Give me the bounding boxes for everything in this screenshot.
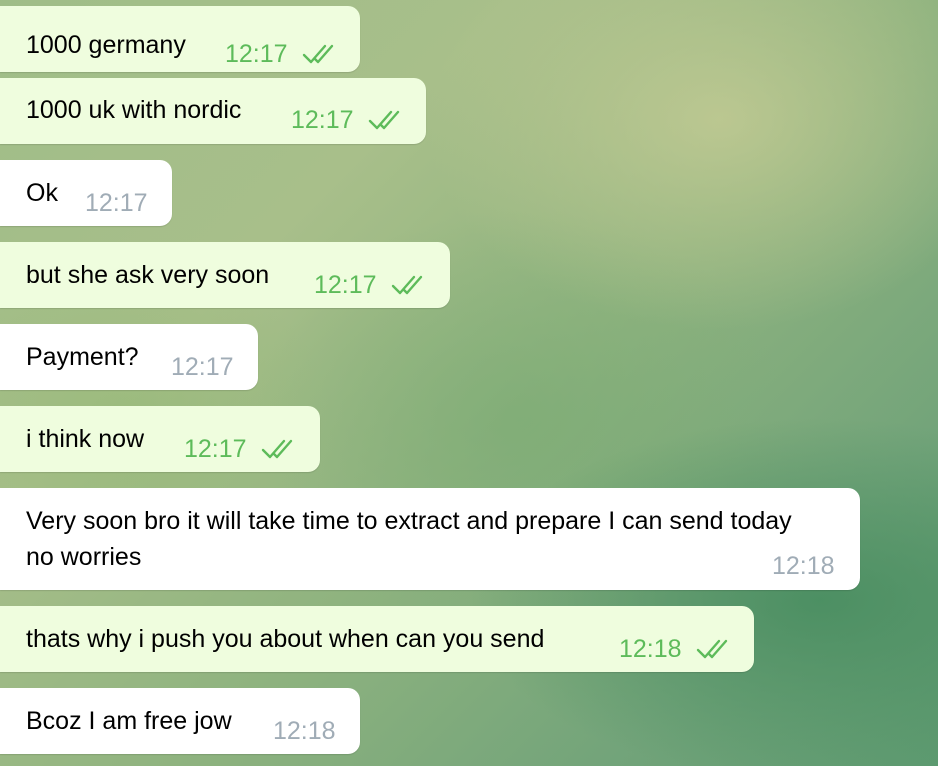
message-time: 12:17	[314, 271, 377, 299]
message-text: Payment?	[26, 343, 139, 371]
message-bubble-outgoing[interactable]: thats why i push you about when can you …	[0, 606, 754, 672]
message-time: 12:17	[291, 106, 354, 134]
message-time: 12:17	[85, 189, 148, 217]
message-bubble-outgoing[interactable]: 1000 germany 12:17	[0, 6, 360, 72]
message-text: 1000 germany	[26, 31, 186, 59]
message-text: thats why i push you about when can you …	[26, 625, 545, 653]
double-check-icon	[261, 439, 292, 459]
message-text: i think now	[26, 425, 145, 453]
message-time: 12:18	[619, 635, 682, 663]
double-check-icon	[391, 275, 422, 295]
message-text: Very soon bro it will take time to extra…	[26, 507, 792, 571]
message-bubble-outgoing[interactable]: 1000 uk with nordic 12:17	[0, 78, 426, 144]
double-check-icon	[302, 44, 333, 64]
message-time: 12:17	[225, 40, 288, 68]
message-time: 12:18	[273, 717, 336, 745]
message-bubble-outgoing[interactable]: but she ask very soon 12:17	[0, 242, 450, 308]
message-text: 1000 uk with nordic	[26, 96, 242, 124]
chat-message-list: 1000 germany 12:17 1000 uk with nordic 1…	[0, 0, 938, 766]
message-bubble-outgoing[interactable]: i think now 12:17	[0, 406, 320, 472]
message-bubble-incoming[interactable]: Bcoz I am free jow 12:18	[0, 688, 360, 754]
message-bubble-incoming[interactable]: Ok 12:17	[0, 160, 172, 226]
message-bubble-incoming[interactable]: Payment? 12:17	[0, 324, 258, 390]
double-check-icon	[696, 639, 727, 659]
message-text: Bcoz I am free jow	[26, 707, 232, 735]
message-time: 12:17	[171, 353, 234, 381]
message-text: Ok	[26, 179, 58, 207]
message-text: but she ask very soon	[26, 261, 270, 289]
message-time: 12:18	[772, 552, 835, 580]
message-bubble-incoming[interactable]: Very soon bro it will take time to extra…	[0, 488, 860, 590]
message-time: 12:17	[184, 435, 247, 463]
double-check-icon	[368, 110, 399, 130]
